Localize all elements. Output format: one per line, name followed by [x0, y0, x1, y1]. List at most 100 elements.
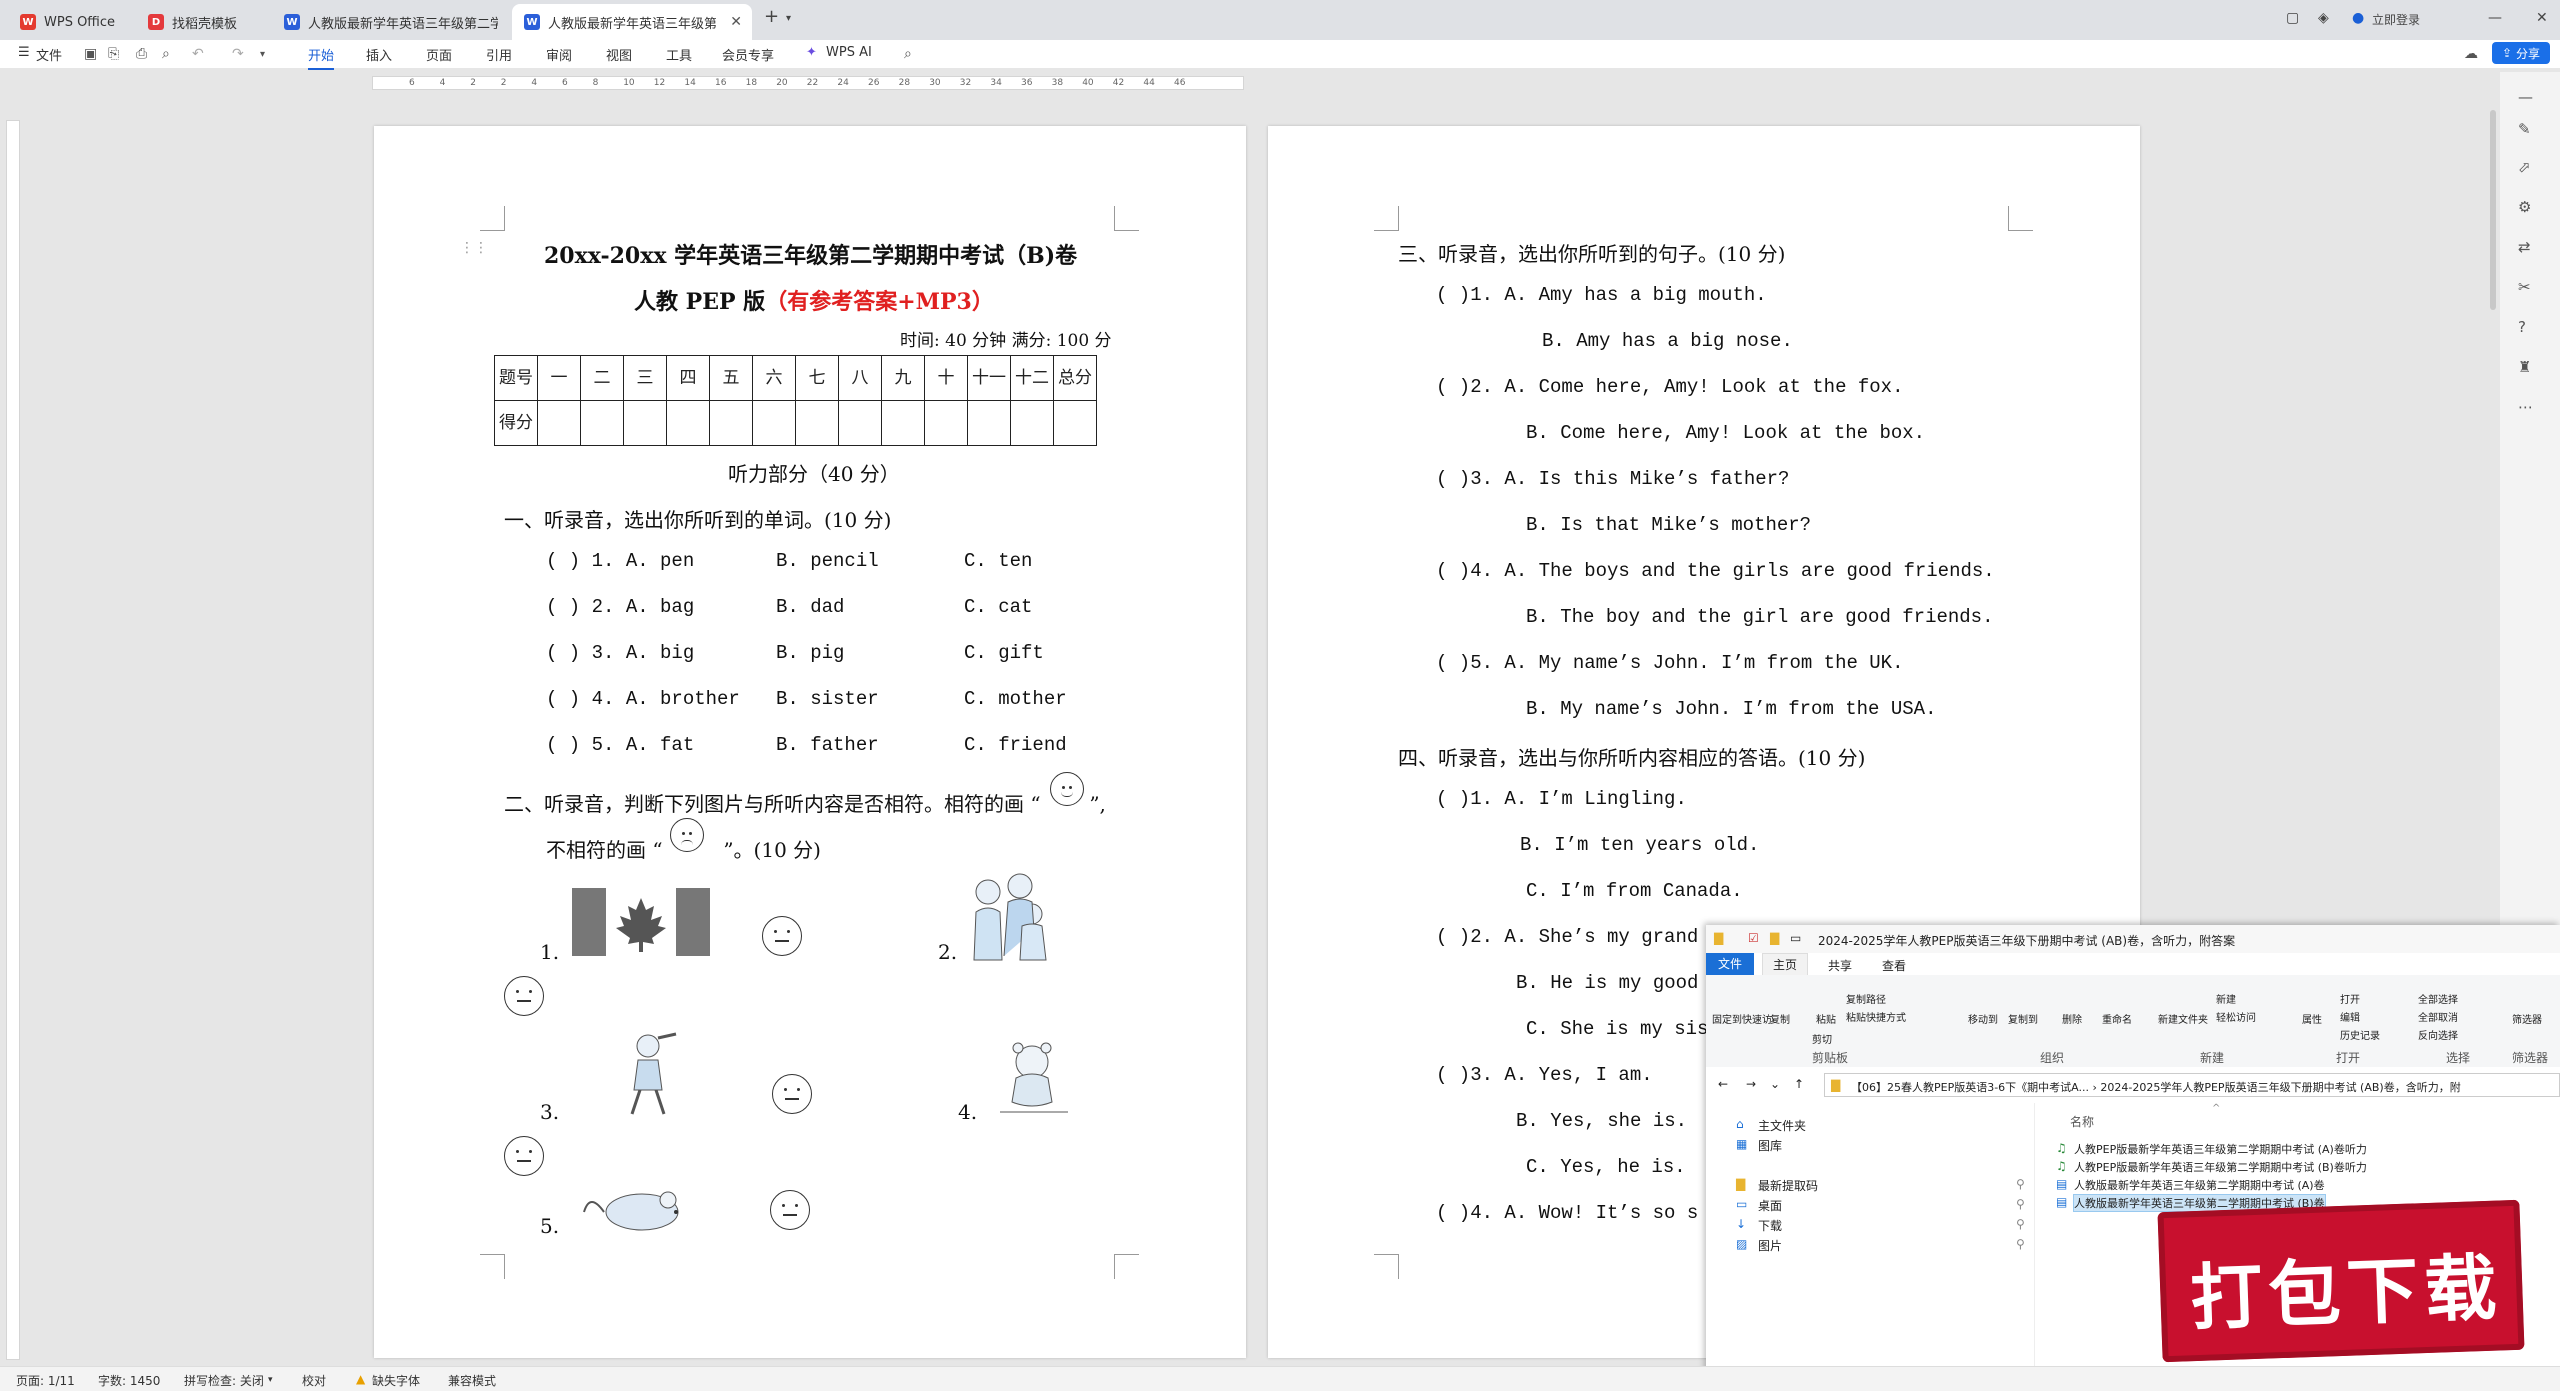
- column-header-name[interactable]: 名称: [2070, 1113, 2094, 1130]
- paste-shortcut-button[interactable]: 粘贴快捷方式: [1846, 1009, 1906, 1024]
- up-icon[interactable]: ↑: [1794, 1077, 1804, 1091]
- minimize-icon[interactable]: —: [2488, 10, 2502, 26]
- score-cell[interactable]: [666, 400, 710, 446]
- drag-handle-icon[interactable]: ⋮⋮: [460, 240, 488, 256]
- word-count[interactable]: 字数: 1450: [98, 1372, 160, 1389]
- window-layout-icon[interactable]: ▢: [2286, 10, 2299, 26]
- tab-doc-1[interactable]: W 人教版最新学年英语三年级第二学期: [272, 4, 508, 40]
- score-cell[interactable]: [537, 400, 581, 446]
- nav-item[interactable]: 桌面: [1758, 1197, 1782, 1214]
- scrollbar-thumb[interactable]: [2490, 110, 2496, 310]
- easy-access-button[interactable]: 轻松访问: [2216, 1009, 2256, 1024]
- nav-item[interactable]: 下载: [1758, 1217, 1782, 1234]
- score-cell[interactable]: [838, 400, 882, 446]
- delete-button[interactable]: 删除: [2062, 1011, 2082, 1026]
- edit-button[interactable]: 编辑: [2340, 1009, 2360, 1024]
- forward-icon[interactable]: →: [1746, 1077, 1756, 1091]
- cloud-icon[interactable]: ☁: [2464, 46, 2478, 62]
- cut-button[interactable]: 剪切: [1812, 1031, 1832, 1046]
- pin-icon[interactable]: ⚲: [2016, 1197, 2025, 1211]
- hamburger-icon[interactable]: ☰: [18, 45, 30, 60]
- missing-font[interactable]: 缺失字体: [372, 1372, 420, 1389]
- menu-review[interactable]: 审阅: [546, 45, 572, 64]
- tab-wps-office[interactable]: W WPS Office: [8, 4, 128, 40]
- redo-icon[interactable]: ↷: [232, 46, 244, 62]
- score-cell[interactable]: [752, 400, 796, 446]
- search-icon[interactable]: ⌕: [904, 46, 912, 62]
- proofread[interactable]: 校对: [302, 1372, 326, 1389]
- paste-button[interactable]: 粘贴: [1816, 1011, 1836, 1026]
- export-icon[interactable]: ⎘: [108, 46, 119, 62]
- save-icon[interactable]: ▣: [84, 46, 97, 62]
- menu-view[interactable]: 视图: [606, 45, 632, 64]
- file-item[interactable]: 人教PEP版最新学年英语三年级第二学期期中考试 (B)卷听力: [2074, 1159, 2367, 1175]
- score-cell[interactable]: [580, 400, 624, 446]
- chevron-down-icon[interactable]: ▾: [786, 13, 791, 24]
- menu-home[interactable]: 开始: [308, 45, 335, 70]
- new-item-button[interactable]: 新建: [2216, 991, 2236, 1006]
- copy-to-button[interactable]: 复制到: [2008, 1011, 2038, 1026]
- chevron-down-icon[interactable]: ⌄: [1770, 1077, 1780, 1091]
- new-tab-icon[interactable]: +: [764, 6, 779, 27]
- spell-check[interactable]: 拼写检查: 关闭: [184, 1372, 264, 1389]
- settings-icon[interactable]: ⚙: [2518, 198, 2531, 216]
- translate-icon[interactable]: ⇄: [2518, 238, 2531, 256]
- explorer-tab-view[interactable]: 查看: [1882, 957, 1906, 974]
- file-item[interactable]: 人教版最新学年英语三年级第二学期期中考试 (A)卷: [2074, 1177, 2325, 1193]
- select-none-button[interactable]: 全部取消: [2418, 1009, 2458, 1024]
- score-cell[interactable]: [1053, 400, 1097, 446]
- explorer-tab-file[interactable]: 文件: [1706, 953, 1754, 975]
- nav-item[interactable]: 图库: [1758, 1137, 1782, 1154]
- score-cell[interactable]: [1010, 400, 1054, 446]
- pin-icon[interactable]: ⚲: [2016, 1237, 2025, 1251]
- select-icon[interactable]: ⬀: [2518, 158, 2531, 176]
- tools-icon[interactable]: ✂: [2518, 278, 2531, 296]
- properties-icon[interactable]: ☑: [1748, 931, 1759, 945]
- nav-item[interactable]: 图片: [1758, 1237, 1782, 1254]
- score-cell[interactable]: [924, 400, 968, 446]
- score-cell[interactable]: [967, 400, 1011, 446]
- horizontal-ruler[interactable]: 6 4 2 2 4 6 8 10 12 14 16 18 20 22 24 26 28 30 32 34 36 38 40 4…: [372, 76, 1244, 90]
- tab-docer[interactable]: D 找稻壳模板: [136, 4, 266, 40]
- explorer-tab-home[interactable]: 主页: [1762, 953, 1808, 977]
- close-window-icon[interactable]: ✕: [2536, 10, 2548, 26]
- copy-button[interactable]: 复制: [1770, 1011, 1790, 1026]
- score-cell[interactable]: [623, 400, 667, 446]
- move-to-button[interactable]: 移动到: [1968, 1011, 1998, 1026]
- user-avatar-icon[interactable]: ●: [2352, 10, 2364, 26]
- download-stamp[interactable]: 打包下载: [2157, 1199, 2525, 1363]
- pin-icon[interactable]: ⚲: [2016, 1217, 2025, 1231]
- nav-item[interactable]: 主文件夹: [1758, 1117, 1806, 1134]
- menu-page[interactable]: 页面: [426, 45, 452, 64]
- select-all-button[interactable]: 全部选择: [2418, 991, 2458, 1006]
- properties-button[interactable]: 属性: [2302, 1011, 2322, 1026]
- help-icon[interactable]: ?: [2518, 318, 2526, 336]
- undo-icon[interactable]: ↶: [192, 46, 204, 62]
- quick-access-icon[interactable]: ▭: [1790, 931, 1801, 945]
- share-button[interactable]: ⇪ 分享: [2492, 42, 2550, 64]
- vertical-ruler[interactable]: [6, 120, 20, 1360]
- pin-button[interactable]: 固定到快速访问: [1712, 1011, 1772, 1026]
- nav-item[interactable]: 最新提取码: [1758, 1177, 1818, 1194]
- file-item[interactable]: 人教PEP版最新学年英语三年级第二学期期中考试 (A)卷听力: [2074, 1141, 2367, 1157]
- skin-icon[interactable]: ◈: [2318, 10, 2329, 26]
- pin-icon[interactable]: ⚲: [2016, 1177, 2025, 1191]
- open-button[interactable]: 打开: [2340, 991, 2360, 1006]
- score-cell[interactable]: [709, 400, 753, 446]
- score-cell[interactable]: [795, 400, 839, 446]
- back-icon[interactable]: ←: [1718, 1077, 1728, 1091]
- score-cell[interactable]: [881, 400, 925, 446]
- menu-tools[interactable]: 工具: [666, 45, 692, 64]
- login-link[interactable]: 立即登录: [2372, 11, 2420, 28]
- new-folder-button[interactable]: 新建文件夹: [2158, 1011, 2208, 1026]
- chevron-down-icon[interactable]: ▾: [260, 49, 265, 60]
- new-folder-icon[interactable]: ▇: [1770, 931, 1779, 945]
- collapse-icon[interactable]: —: [2518, 88, 2533, 106]
- explorer-tab-share[interactable]: 共享: [1828, 957, 1852, 974]
- menu-member[interactable]: 会员专享: [722, 45, 774, 64]
- close-icon[interactable]: ✕: [730, 14, 742, 30]
- filter-button[interactable]: 筛选器: [2512, 1011, 2542, 1026]
- preview-icon[interactable]: ⌕: [162, 46, 170, 62]
- rename-button[interactable]: 重命名: [2102, 1011, 2132, 1026]
- file-menu[interactable]: 文件: [36, 45, 62, 64]
